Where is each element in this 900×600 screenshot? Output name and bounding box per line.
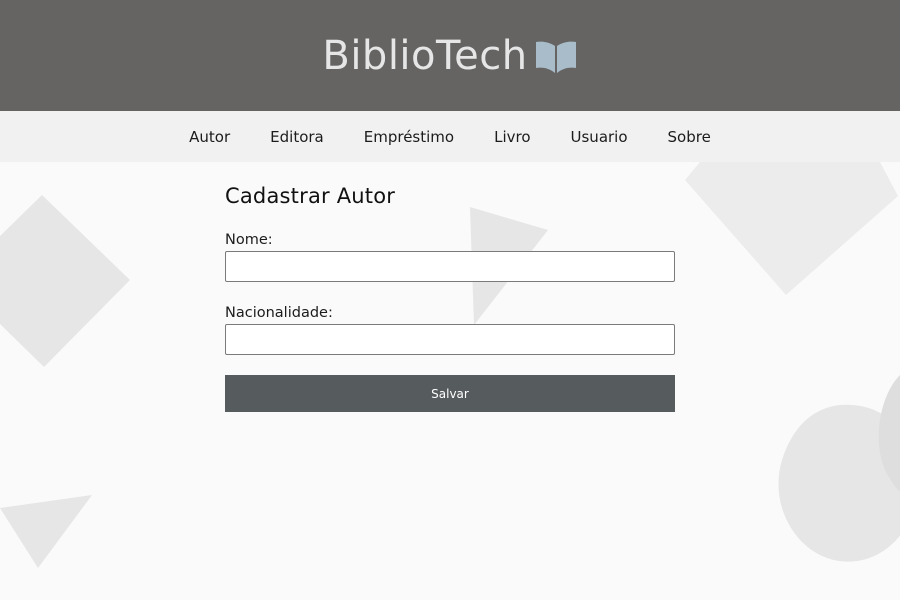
app-header: BiblioTech: [0, 0, 900, 111]
page-title: Cadastrar Autor: [225, 184, 396, 208]
nav-item-autor[interactable]: Autor: [189, 128, 230, 146]
logo[interactable]: BiblioTech: [322, 36, 577, 76]
logo-text: BiblioTech: [322, 32, 528, 79]
bg-diamond-right: [685, 162, 898, 295]
bg-triangle-bottom: [0, 495, 92, 568]
nav-item-sobre[interactable]: Sobre: [668, 128, 711, 146]
nationality-label: Nacionalidade:: [225, 305, 333, 321]
page: BiblioTech Autor Editora Empréstimo Livr…: [0, 0, 900, 600]
save-button[interactable]: Salvar: [225, 375, 675, 412]
author-form: Cadastrar Autor Nome: Nacionalidade: Sal…: [225, 162, 675, 412]
main-nav: Autor Editora Empréstimo Livro Usuario S…: [0, 111, 900, 162]
nav-item-usuario[interactable]: Usuario: [571, 128, 628, 146]
bg-diamond-left: [0, 195, 130, 367]
nav-item-emprestimo[interactable]: Empréstimo: [364, 128, 454, 146]
name-input[interactable]: [225, 251, 675, 282]
open-book-icon: [534, 38, 578, 74]
nav-item-livro[interactable]: Livro: [494, 128, 530, 146]
name-label: Nome:: [225, 232, 273, 248]
nationality-input[interactable]: [225, 324, 675, 355]
nav-item-editora[interactable]: Editora: [270, 128, 324, 146]
